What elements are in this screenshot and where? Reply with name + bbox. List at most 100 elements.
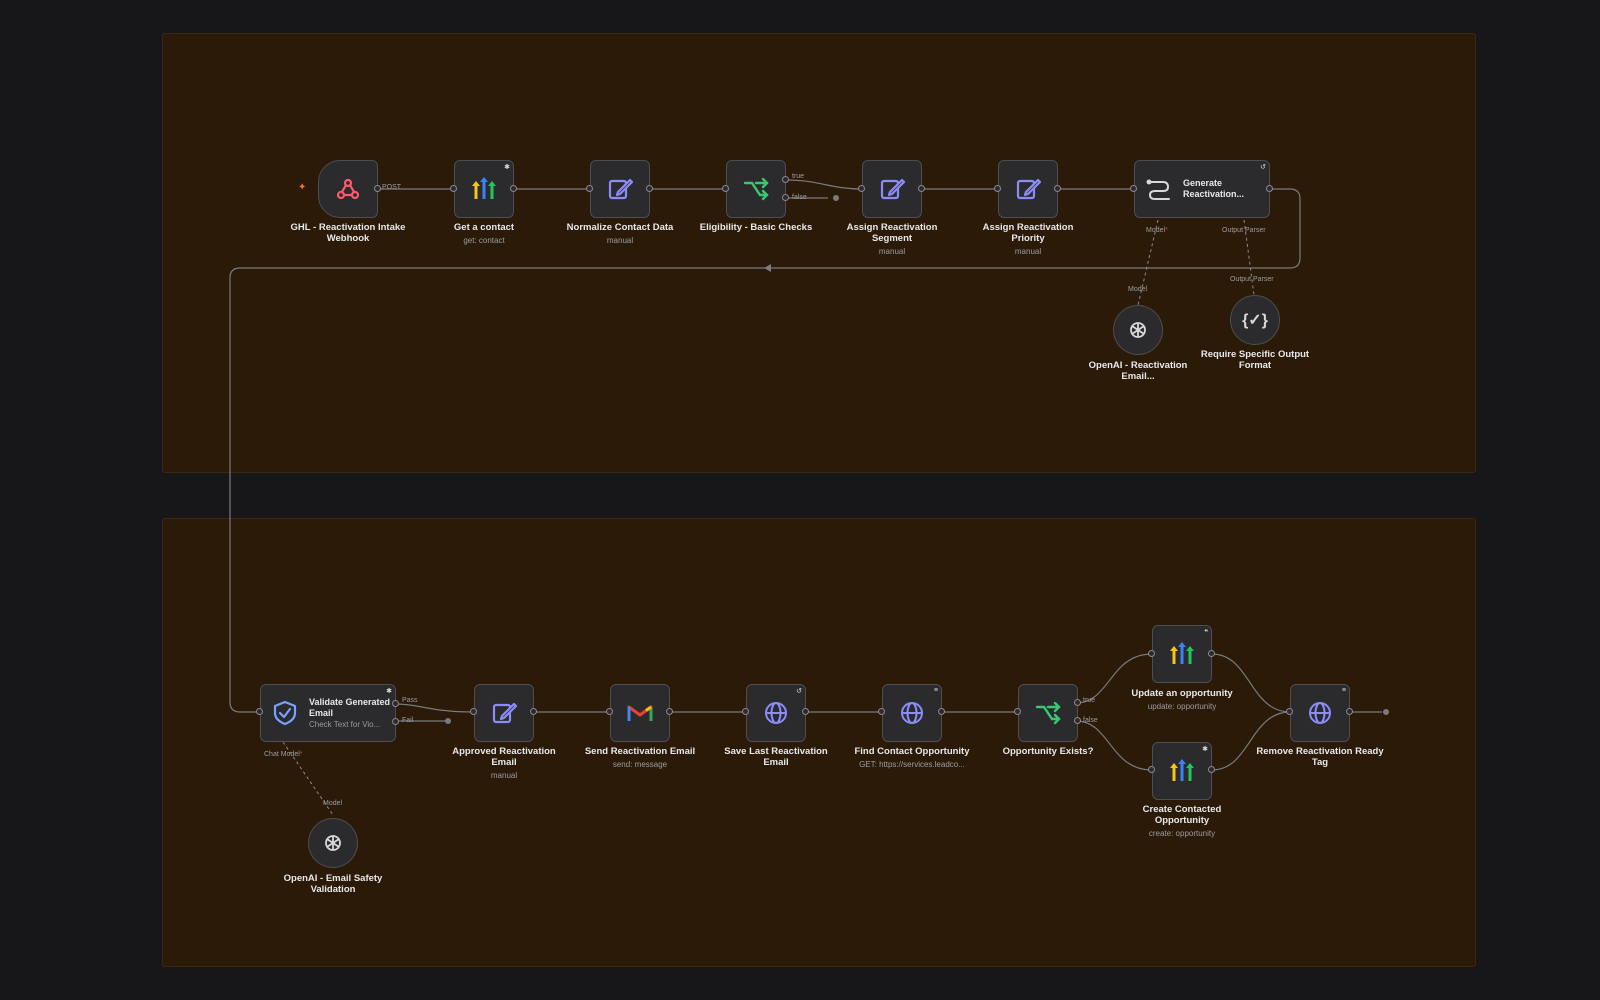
settings-badge-icon: ❝ — [1204, 629, 1208, 636]
output-port[interactable] — [802, 708, 809, 715]
edit-icon — [489, 698, 519, 728]
node-assign-priority[interactable] — [998, 160, 1058, 218]
branch-true-label: true — [792, 173, 805, 180]
add-node-dot[interactable] — [833, 195, 839, 201]
input-port[interactable] — [1014, 708, 1021, 715]
model-connector-label: Model — [323, 800, 343, 807]
arrow-marker — [764, 264, 771, 272]
output-port-pass[interactable] — [392, 700, 399, 707]
input-port[interactable] — [722, 185, 729, 192]
node-validate-email[interactable]: ✱ Validate Generated Email Check Text fo… — [260, 684, 396, 742]
node-get-contact[interactable]: ✱ — [454, 160, 514, 218]
node-label-create-opp: Create Contacted Opportunity create: oppo… — [1142, 804, 1222, 838]
node-label-opp-exists: Opportunity Exists? — [1002, 746, 1094, 757]
settings-badge-icon: ≡ — [1341, 687, 1346, 694]
node-generate-reactivation[interactable]: ↺ Generate Reactivation... — [1134, 160, 1270, 218]
node-update-opportunity[interactable]: ❝ — [1152, 625, 1212, 683]
input-port[interactable] — [1148, 650, 1155, 657]
input-port[interactable] — [994, 185, 1001, 192]
settings-badge-icon: ✱ — [504, 164, 510, 171]
output-port[interactable] — [530, 708, 537, 715]
highlevel-icon — [469, 174, 499, 204]
ai-agent-icon — [1145, 174, 1173, 204]
input-port[interactable] — [878, 708, 885, 715]
add-node-dot[interactable] — [1383, 709, 1389, 715]
output-port[interactable] — [374, 185, 381, 192]
output-port-fail[interactable] — [392, 718, 399, 725]
node-label-send: Send Reactivation Email send: message — [584, 746, 696, 769]
edit-icon — [877, 174, 907, 204]
node-output-parser[interactable]: {✓} — [1230, 295, 1280, 345]
input-port[interactable] — [606, 708, 613, 715]
node-label-openai-reactivation: OpenAI - Reactivation Email... — [1088, 360, 1188, 382]
node-save-last-email[interactable]: ↺ — [746, 684, 806, 742]
output-port-true[interactable] — [782, 176, 789, 183]
edit-icon — [605, 174, 635, 204]
input-port[interactable] — [1130, 185, 1137, 192]
globe-icon — [897, 698, 927, 728]
highlevel-icon — [1167, 756, 1197, 786]
node-label-approved: Approved Reactivation Email manual — [452, 746, 556, 780]
validate-title: Validate Generated Email Check Text for … — [309, 696, 391, 729]
branch-false-label: false — [1083, 717, 1098, 724]
braces-icon: {✓} — [1242, 312, 1268, 329]
output-port[interactable] — [938, 708, 945, 715]
node-label-normalize: Normalize Contact Data manual — [566, 222, 674, 245]
output-port[interactable] — [1266, 185, 1273, 192]
add-node-dot[interactable] — [445, 718, 451, 724]
node-send-email[interactable] — [610, 684, 670, 742]
input-port[interactable] — [256, 708, 263, 715]
node-create-opportunity[interactable]: ✱ — [1152, 742, 1212, 800]
fail-label: Fail — [402, 717, 414, 724]
chat-model-port-label: Chat Model — [264, 751, 303, 758]
workflow-canvas[interactable]: ✦ POST GHL - Reactivation Intake Webhook… — [0, 0, 1600, 1000]
output-port-false[interactable] — [782, 194, 789, 201]
connections-layer — [229, 179, 1382, 816]
node-assign-segment[interactable] — [862, 160, 922, 218]
output-port-true[interactable] — [1074, 699, 1081, 706]
node-label-segment: Assign Reactivation Segment manual — [846, 222, 938, 256]
input-port[interactable] — [470, 708, 477, 715]
node-remove-tag[interactable]: ≡ — [1290, 684, 1350, 742]
node-normalize-contact[interactable] — [590, 160, 650, 218]
output-port[interactable] — [1208, 650, 1215, 657]
gmail-icon — [625, 698, 655, 728]
output-port-false[interactable] — [1074, 717, 1081, 724]
parser-port-label: Output Parser — [1222, 227, 1266, 234]
output-port[interactable] — [1054, 185, 1061, 192]
trigger-start-icon: ✦ — [298, 182, 307, 193]
output-port[interactable] — [918, 185, 925, 192]
model-port-label: Model — [1146, 227, 1168, 234]
input-port[interactable] — [1286, 708, 1293, 715]
settings-badge-icon: ✱ — [386, 688, 392, 695]
node-openai-safety[interactable] — [308, 818, 358, 868]
input-port[interactable] — [450, 185, 457, 192]
node-label-get-contact: Get a contact get: contact — [453, 222, 515, 245]
node-opportunity-exists[interactable] — [1018, 684, 1078, 742]
branch-true-label: true — [1083, 697, 1096, 704]
input-port[interactable] — [1148, 766, 1155, 773]
settings-badge-icon: ≡ — [933, 687, 938, 694]
node-approved-email[interactable] — [474, 684, 534, 742]
node-find-opportunity[interactable]: ≡ — [882, 684, 942, 742]
output-port[interactable] — [1208, 766, 1215, 773]
input-port[interactable] — [742, 708, 749, 715]
output-port[interactable] — [1346, 708, 1353, 715]
settings-badge-icon: ↺ — [796, 688, 802, 695]
node-label-update-opp: Update an opportunity update: opportunity — [1131, 688, 1233, 711]
node-eligibility-checks[interactable] — [726, 160, 786, 218]
if-branch-icon — [741, 174, 771, 204]
node-webhook[interactable] — [318, 160, 378, 218]
generate-title: Generate Reactivation... — [1183, 178, 1245, 199]
edit-icon — [1013, 174, 1043, 204]
output-port[interactable] — [646, 185, 653, 192]
node-label-webhook: GHL - Reactivation Intake Webhook — [290, 222, 406, 244]
connection — [395, 703, 475, 713]
input-port[interactable] — [858, 185, 865, 192]
input-port[interactable] — [586, 185, 593, 192]
output-port[interactable] — [666, 708, 673, 715]
globe-icon — [1305, 698, 1335, 728]
output-port[interactable] — [510, 185, 517, 192]
node-openai-reactivation[interactable] — [1113, 305, 1163, 355]
node-label-priority: Assign Reactivation Priority manual — [982, 222, 1074, 256]
